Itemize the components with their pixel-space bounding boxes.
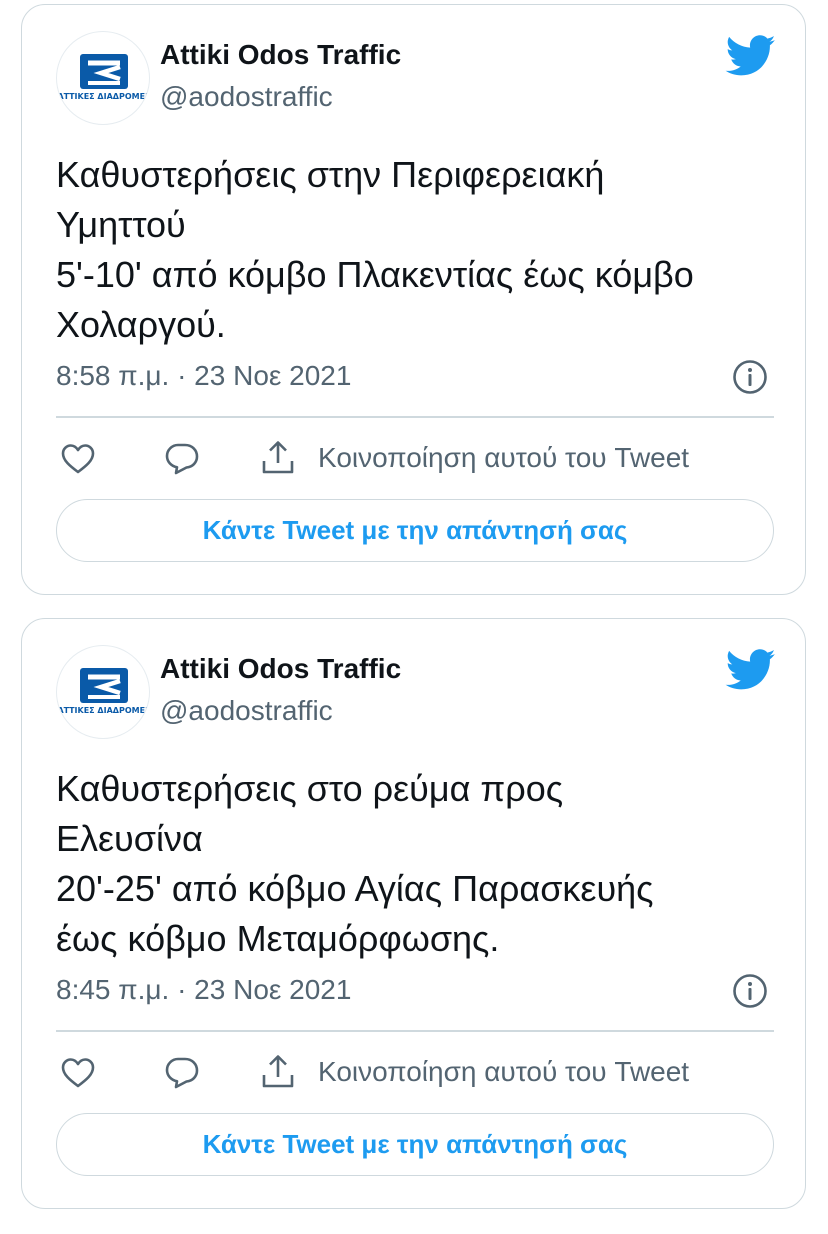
share-tweet-link[interactable]: Κοινοποίηση αυτού του Tweet <box>318 1056 689 1088</box>
logo-text: ΑΤΤΙΚΕΣ ΔΙΑΔΡΟΜΕΣ <box>57 706 150 715</box>
tweet-text: Καθυστερήσεις στην Περιφερειακή Υμηττού … <box>56 150 786 350</box>
tweet-text-line: Ελευσίνα <box>56 818 203 859</box>
heart-icon[interactable] <box>60 1055 96 1091</box>
tweet-text-line: Καθυστερήσεις στο ρεύμα προς <box>56 768 564 809</box>
attiki-odos-logo: ΑΤΤΙΚΕΣ ΔΙΑΔΡΟΜΕΣ <box>57 668 150 715</box>
heart-icon[interactable] <box>60 441 96 477</box>
tweet-text-line: Υμηττού <box>56 204 186 245</box>
comment-icon[interactable] <box>164 1055 200 1091</box>
divider <box>56 1030 774 1032</box>
reply-tweet-button[interactable]: Κάντε Tweet με την απάντησή σας <box>56 499 774 562</box>
author-name[interactable]: Attiki Odos Traffic <box>160 39 401 71</box>
author-name[interactable]: Attiki Odos Traffic <box>160 653 401 685</box>
logo-text: ΑΤΤΙΚΕΣ ΔΙΑΔΡΟΜΕΣ <box>57 92 150 101</box>
twitter-bird-icon[interactable] <box>725 649 777 691</box>
author-handle[interactable]: @aodostraffic <box>160 695 333 727</box>
tweet-card[interactable]: ΑΤΤΙΚΕΣ ΔΙΑΔΡΟΜΕΣ Attiki Odos Traffic @a… <box>21 618 806 1209</box>
info-icon[interactable] <box>732 973 768 1009</box>
tweet-timestamp[interactable]: 8:58 π.μ. · 23 Νοε 2021 <box>56 360 351 392</box>
tweet-timestamp[interactable]: 8:45 π.μ. · 23 Νοε 2021 <box>56 974 351 1006</box>
attiki-odos-logo: ΑΤΤΙΚΕΣ ΔΙΑΔΡΟΜΕΣ <box>57 54 150 101</box>
twitter-bird-icon[interactable] <box>725 35 777 77</box>
tweet-text-line: Καθυστερήσεις στην Περιφερειακή <box>56 154 605 195</box>
reply-tweet-button[interactable]: Κάντε Tweet με την απάντησή σας <box>56 1113 774 1176</box>
share-tweet-link[interactable]: Κοινοποίηση αυτού του Tweet <box>318 442 689 474</box>
avatar[interactable]: ΑΤΤΙΚΕΣ ΔΙΑΔΡΟΜΕΣ <box>56 31 150 125</box>
share-icon[interactable] <box>260 1053 296 1089</box>
comment-icon[interactable] <box>164 441 200 477</box>
tweet-text: Καθυστερήσεις στο ρεύμα προς Ελευσίνα 20… <box>56 764 786 964</box>
tweet-text-line: 5'-10' από κόμβο Πλακεντίας έως κόμβο <box>56 254 694 295</box>
author-handle[interactable]: @aodostraffic <box>160 81 333 113</box>
share-icon[interactable] <box>260 439 296 475</box>
info-icon[interactable] <box>732 359 768 395</box>
tweet-text-line: Χολαργού. <box>56 304 226 345</box>
tweet-card[interactable]: ΑΤΤΙΚΕΣ ΔΙΑΔΡΟΜΕΣ Attiki Odos Traffic @a… <box>21 4 806 595</box>
tweet-text-line: 20'-25' από κόβμο Αγίας Παρασκευής <box>56 868 654 909</box>
tweet-text-line: έως κόβμο Μεταμόρφωσης. <box>56 918 500 959</box>
avatar[interactable]: ΑΤΤΙΚΕΣ ΔΙΑΔΡΟΜΕΣ <box>56 645 150 739</box>
divider <box>56 416 774 418</box>
